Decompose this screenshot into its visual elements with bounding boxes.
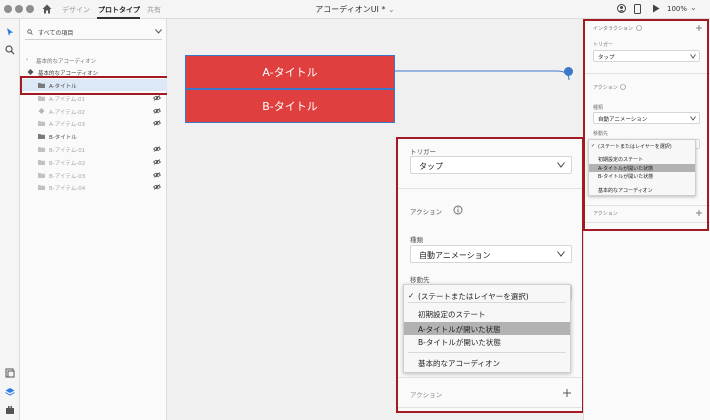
- layer-label: A-アイテム-01: [49, 96, 86, 103]
- destination-option[interactable]: A-タイトルが開いた状態: [404, 322, 570, 335]
- layer-row[interactable]: B-タイトル: [20, 130, 167, 142]
- zoom-icon[interactable]: [5, 45, 15, 55]
- group-icon: [38, 159, 45, 165]
- accordion-button-b[interactable]: B-タイトル: [185, 89, 395, 123]
- folder-icon: [38, 134, 45, 140]
- checkmark-icon: ✓: [408, 291, 415, 300]
- device-preview-icon[interactable]: [634, 4, 641, 14]
- layer-row[interactable]: A-アイテム-03: [20, 117, 167, 129]
- zoomed-interaction-panel: トリガー タップ アクション 種類 自動アニメーション 移動先 ✓ (ステートまた…: [396, 137, 584, 413]
- option-label: 初期設定のステート: [418, 310, 486, 319]
- type-select[interactable]: 自動アニメーション: [410, 245, 572, 263]
- visibility-off-icon[interactable]: [153, 171, 161, 178]
- window-maximize-button[interactable]: [26, 5, 34, 13]
- highlight-frame-layer: [20, 76, 171, 95]
- tab-design[interactable]: デザイン: [62, 5, 90, 15]
- layer-label: A-アイテム-02: [49, 109, 86, 116]
- action-label: アクション: [410, 208, 443, 216]
- home-icon[interactable]: [42, 4, 52, 14]
- layer-label: B-アイテム-02: [49, 160, 86, 167]
- chevron-down-icon: [557, 162, 565, 168]
- destination-option[interactable]: 基本的なアコーディオン: [404, 356, 570, 369]
- chevron-left-icon: ‹: [26, 57, 29, 63]
- trigger-value: タップ: [419, 162, 443, 171]
- plugins-icon[interactable]: [5, 405, 15, 415]
- tab-prototype[interactable]: プロトタイプ: [98, 5, 140, 15]
- top-bar: デザイン プロトタイプ 共有 アコーディオンUI * ⌄ 100% ⌄: [0, 0, 710, 19]
- visibility-off-icon[interactable]: [153, 184, 161, 191]
- layer-row[interactable]: B-アイテム-03: [20, 169, 167, 181]
- plus-icon[interactable]: [563, 389, 571, 397]
- layer-row[interactable]: A-アイテム-02: [20, 105, 167, 117]
- destination-option[interactable]: B-タイトルが開いた状態: [404, 335, 570, 348]
- layer-row[interactable]: B-アイテム-01: [20, 143, 167, 155]
- visibility-off-icon[interactable]: [153, 107, 161, 114]
- search-icon: [27, 29, 33, 35]
- left-toolbar: [0, 19, 20, 420]
- type-label: 種類: [410, 236, 423, 244]
- visibility-off-icon[interactable]: [153, 95, 161, 101]
- wire-handle[interactable]: [564, 67, 573, 76]
- visibility-off-icon[interactable]: [153, 159, 161, 165]
- layer-row[interactable]: B-アイテム-04: [20, 181, 167, 193]
- add-action-label: アクション: [410, 391, 443, 399]
- menu-separator: [408, 352, 566, 353]
- divider: [398, 407, 582, 408]
- layers-search[interactable]: すべての項目: [25, 26, 162, 40]
- window-close-button[interactable]: [4, 5, 12, 13]
- layer-label: B-タイトル: [49, 135, 77, 142]
- tab-share[interactable]: 共有: [147, 5, 161, 15]
- visibility-off-icon[interactable]: [153, 120, 161, 127]
- window-minimize-button[interactable]: [15, 5, 23, 13]
- chevron-down-icon[interactable]: ⌄: [690, 3, 697, 12]
- assets-icon[interactable]: [5, 368, 15, 378]
- breadcrumb-back[interactable]: ‹ 基本的なアコーディオン: [20, 54, 167, 66]
- chevron-down-icon: ⌄: [388, 5, 395, 14]
- play-icon[interactable]: [652, 4, 660, 13]
- select-arrow-icon[interactable]: [5, 27, 15, 37]
- menu-separator: [408, 302, 566, 303]
- destination-option[interactable]: ✓ (ステートまたはレイヤーを選択): [404, 289, 570, 302]
- layer-row[interactable]: B-アイテム-02: [20, 156, 167, 168]
- highlight-frame-inspector: [583, 19, 709, 231]
- info-icon[interactable]: [453, 205, 463, 215]
- group-icon: [38, 121, 45, 127]
- document-title[interactable]: アコーディオンUI * ⌄: [300, 4, 410, 15]
- layer-label: A-アイテム-03: [49, 122, 86, 129]
- option-label: B-タイトルが開いた状態: [418, 338, 501, 347]
- search-filter-label: すべての項目: [38, 30, 74, 37]
- group-icon: [38, 95, 45, 101]
- destination-label: 移動先: [410, 276, 430, 284]
- option-label: A-タイトルが開いた状態: [418, 325, 501, 334]
- divider: [398, 377, 582, 378]
- type-value: 自動アニメーション: [419, 251, 491, 260]
- chevron-down-icon[interactable]: [155, 29, 162, 34]
- group-icon: [38, 172, 45, 178]
- divider: [398, 188, 582, 189]
- layers-icon[interactable]: [5, 387, 15, 397]
- group-icon: [38, 147, 45, 152]
- layer-label: B-アイテム-01: [49, 148, 86, 154]
- chevron-down-icon: [557, 251, 565, 257]
- accordion-button-a[interactable]: A-タイトル: [185, 55, 395, 89]
- layer-label: B-アイテム-03: [49, 173, 86, 180]
- destination-dropdown-menu: ✓ (ステートまたはレイヤーを選択) 初期設定のステート A-タイトルが開いた状態 B-…: [403, 284, 571, 373]
- destination-option[interactable]: 初期設定のステート: [404, 307, 570, 320]
- option-label: (ステートまたはレイヤーを選択): [418, 292, 529, 301]
- layer-label: B-アイテム-04: [49, 186, 86, 193]
- component-icon: [38, 107, 45, 114]
- trigger-label: トリガー: [410, 148, 436, 156]
- group-icon: [38, 185, 45, 191]
- visibility-off-icon[interactable]: [153, 146, 161, 152]
- document-title-text: アコーディオンUI *: [315, 5, 386, 14]
- trigger-select[interactable]: タップ: [410, 156, 572, 174]
- user-avatar-icon[interactable]: [617, 4, 626, 13]
- option-label: 基本的なアコーディオン: [418, 359, 500, 368]
- component-icon: [27, 69, 34, 75]
- zoom-level[interactable]: 100%: [667, 5, 687, 13]
- breadcrumb-label: 基本的なアコーディオン: [36, 59, 97, 65]
